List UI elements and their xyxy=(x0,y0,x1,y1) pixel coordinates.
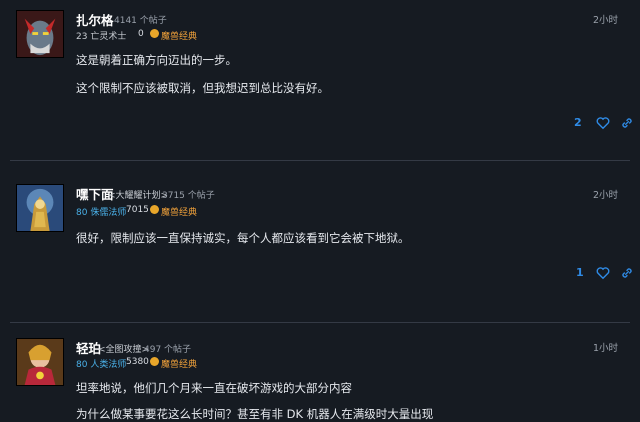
post-divider xyxy=(10,160,630,161)
guild-name[interactable]: <全图攻撞> xyxy=(98,342,149,355)
post-count: 3715 个帖子 xyxy=(162,191,215,201)
heart-icon[interactable] xyxy=(596,116,610,130)
badge-label: 魔兽经典 xyxy=(161,208,198,218)
post-time[interactable]: 2小时 xyxy=(593,12,618,26)
guild-name[interactable]: <大耀耀计划> xyxy=(108,188,168,201)
link-icon[interactable] xyxy=(620,266,634,280)
badge-label: 魔兽经典 xyxy=(161,32,198,42)
author-name[interactable]: 扎尔格 xyxy=(76,10,114,29)
avatar[interactable] xyxy=(16,338,64,386)
post-body-line: 这个限制不应该被取消，但我想迟到总比没有好。 xyxy=(76,81,329,95)
post-body-line: 很好，限制应该一直保持诚实，每个人都应该看到它会被下地狱。 xyxy=(76,231,410,245)
forum-thread: 扎尔格 4141 个帖子 23 亡灵术士 0 魔兽经典 2小时 这是朝着正确方向… xyxy=(0,0,640,422)
level-class: 80 侏儒法师 xyxy=(76,208,127,218)
post-divider xyxy=(10,322,630,323)
avatar[interactable] xyxy=(16,10,64,58)
post-body-line: 坦率地说，他们几个月来一直在破坏游戏的大部分内容 xyxy=(76,381,352,395)
like-count: 1 xyxy=(576,266,584,279)
post-time[interactable]: 2小时 xyxy=(593,187,618,201)
avatar[interactable] xyxy=(16,184,64,232)
post: 扎尔格 4141 个帖子 23 亡灵术士 0 魔兽经典 2小时 这是朝着正确方向… xyxy=(0,0,640,160)
achievement-badge-icon xyxy=(150,357,159,366)
achievement-points: 7015 xyxy=(126,205,149,215)
heart-icon[interactable] xyxy=(596,266,610,280)
post: 轻珀 <全图攻撞> 497 个帖子 80 人类法师 5380 魔兽经典 1小时 … xyxy=(0,328,640,422)
achievement-badge-icon xyxy=(150,205,159,214)
post-time[interactable]: 1小时 xyxy=(593,340,618,354)
achievement-points: 0 xyxy=(138,29,144,39)
level-class: 80 人类法师 xyxy=(76,360,127,370)
level-class: 23 亡灵术士 xyxy=(76,32,127,42)
post-count: 4141 个帖子 xyxy=(114,16,167,26)
like-count: 2 xyxy=(574,116,582,129)
link-icon[interactable] xyxy=(620,116,634,130)
badge-label: 魔兽经典 xyxy=(161,360,198,370)
post-body-line: 为什么做某事要花这么长时间？甚至有非 DK 机器人在满级时大量出现 xyxy=(76,407,434,421)
post-count: 497 个帖子 xyxy=(144,345,192,355)
post: 嘿下面 <大耀耀计划> 3715 个帖子 80 侏儒法师 7015 魔兽经典 2… xyxy=(0,170,640,320)
achievement-badge-icon xyxy=(150,29,159,38)
achievement-points: 5380 xyxy=(126,357,149,367)
post-body-line: 这是朝着正确方向迈出的一步。 xyxy=(76,53,237,67)
